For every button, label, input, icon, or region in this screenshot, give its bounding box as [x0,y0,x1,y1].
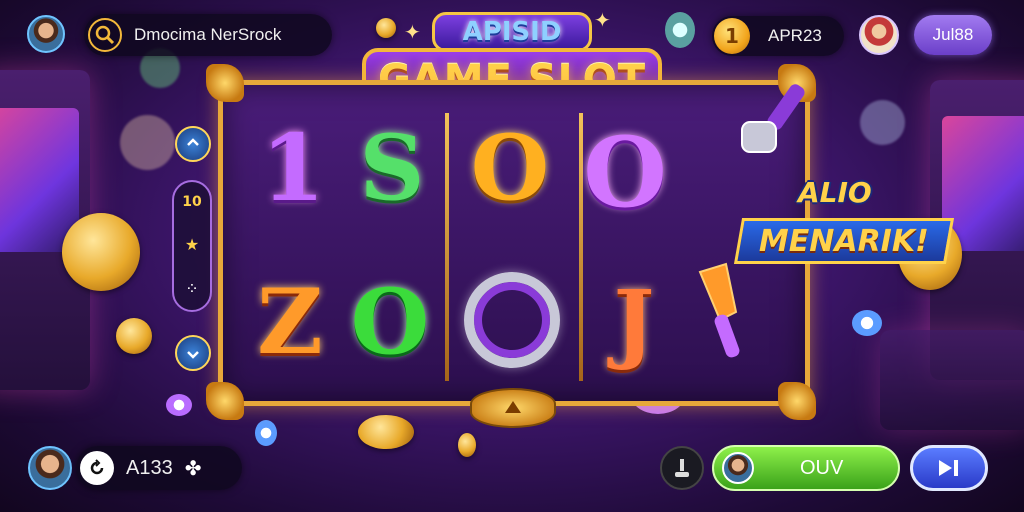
play-next-icon [939,460,958,476]
side-top-button[interactable] [175,126,211,162]
user-icon-button[interactable] [660,446,704,490]
casino-chip [852,310,882,336]
payline-item: ★ [184,234,200,254]
reel-symbol-s: S [359,115,425,221]
bottom-info-pill[interactable]: A133 ✤ [76,446,242,490]
payline-item: 10 [182,194,202,211]
center-plate [470,388,556,428]
reel-symbol-ring-icon [464,272,560,368]
bottom-label: A133 [126,456,173,479]
reel-symbol-z: Z [257,269,323,375]
player-name: Dmocima NerSrock [134,25,282,44]
menu-button[interactable]: Jul88 [914,15,992,55]
bokeh-light [120,115,175,170]
casino-chip [665,12,695,48]
character-avatar[interactable] [859,15,899,55]
reel-symbol-j: J [613,271,655,373]
spin-label: OUV [800,456,844,479]
badge-banner: MENARIK! [733,218,955,264]
reel-symbol-one: 1 [260,114,325,222]
player-pill[interactable]: Dmocima NerSrock [84,14,332,56]
clover-icon: ✤ [184,456,202,480]
reel-divider [445,113,449,381]
flying-coin [358,415,414,449]
spin-avatar [722,452,754,484]
flying-coin [62,213,140,291]
reel-symbol-o-gold: O [470,115,550,221]
flying-coin [458,433,476,457]
payline-panel: 10 ★ ⁘ [172,180,212,312]
bokeh-light [860,100,905,145]
arcade-machine-right-low [880,330,1024,430]
frame-corner-ornament [778,382,816,420]
frame-corner-ornament [206,382,244,420]
title-top: APISID [432,12,592,52]
reel-symbol-o-green: O [350,269,430,375]
flying-coin [116,318,152,354]
play-button[interactable] [910,445,988,491]
paintbrush-icon [741,84,805,153]
user-icon [675,459,689,477]
casino-chip [166,394,192,416]
arrow-up-icon [505,401,521,413]
promo-badge: ALIO MENARIK! [733,176,955,286]
side-bottom-button[interactable] [175,335,211,371]
sparkle-icon: ✦ [594,8,611,32]
refresh-icon[interactable] [80,451,114,485]
balance-value: APR23 [768,26,822,45]
spin-button[interactable]: OUV [712,445,900,491]
search-icon[interactable] [88,18,122,52]
reel-symbol-o-purple: O [583,115,667,229]
badge-main-text: MENARIK! [759,223,929,259]
payline-item: ⁘ [185,278,199,298]
coin-icon: 1 [714,18,750,54]
player-avatar[interactable] [27,15,65,53]
balance-pill[interactable]: 1 APR23 [712,16,844,56]
sparkle-icon: ✦ [404,20,421,44]
frame-corner-ornament [206,64,244,102]
badge-top-text: ALIO [798,176,872,209]
casino-chip [255,420,277,446]
player-avatar-bottom[interactable] [28,446,72,490]
